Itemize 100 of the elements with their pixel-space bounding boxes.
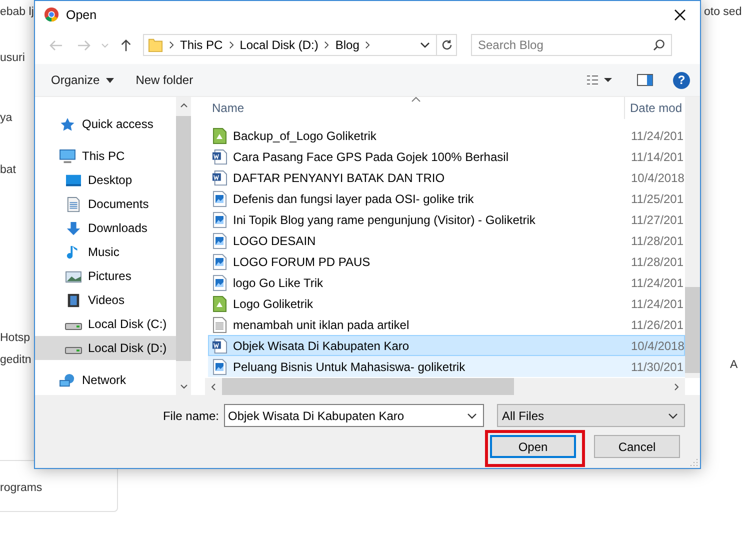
image-file-icon [212, 128, 227, 144]
file-row[interactable]: LOGO FORUM PD PAUS 11/28/201 [208, 251, 685, 272]
image-file-icon [212, 274, 227, 290]
navigation-item[interactable]: Desktop [35, 168, 176, 192]
navigation-item[interactable]: Downloads [35, 216, 176, 240]
date-cell-text: 11/24/201 [630, 276, 684, 290]
image-file-icon [212, 232, 227, 248]
organize-button[interactable]: Organize [47, 71, 118, 89]
file-name: Defenis dan fungsi layer pada OSI- golike trik [233, 192, 474, 206]
background-text: geditn [0, 354, 32, 366]
background-text: ebab lj [0, 6, 34, 18]
chevron-down-icon[interactable] [668, 412, 678, 418]
scroll-down-icon[interactable] [180, 384, 188, 389]
image-file-icon [212, 190, 227, 206]
open-button[interactable]: Open [490, 435, 576, 458]
breadcrumb-item[interactable]: Blog [335, 38, 360, 52]
document-icon [212, 170, 227, 186]
navigation-item[interactable]: Local Disk (D:) [35, 336, 176, 360]
file-row[interactable]: Backup_of_Logo Goliketrik 11/24/201 [208, 125, 685, 146]
image-file-icon [212, 254, 227, 270]
scroll-left-icon[interactable] [211, 382, 216, 390]
file-name: LOGO DESAIN [233, 234, 316, 248]
navigation-item[interactable]: Music [35, 240, 176, 264]
date-cell-text: 11/30/201 [630, 360, 684, 374]
folder-icon [148, 37, 163, 53]
file-name: logo Go Like Trik [233, 276, 324, 290]
preview-pane-icon[interactable] [637, 74, 653, 86]
file-row[interactable]: Objek Wisata Di Kabupaten Karo 10/4/2018 [208, 335, 685, 356]
search-icon[interactable] [653, 39, 665, 51]
file-row[interactable]: Ini Topik Blog yang rame pengunjung (Visitor) - Goliketrik 11/27/201 [208, 209, 685, 230]
column-header[interactable]: Name [205, 97, 624, 119]
network-icon [59, 372, 76, 388]
file-name-label: File name: [162, 408, 219, 422]
scroll-up-icon[interactable] [180, 103, 188, 108]
refresh-icon [440, 39, 452, 51]
view-list-icon [587, 75, 613, 85]
background-text: oto sed [704, 6, 742, 18]
new-folder-button[interactable]: New folder [132, 71, 198, 89]
browser-logo-icon [44, 7, 59, 22]
file-row[interactable]: menambah unit iklan pada artikel 11/26/201 [208, 314, 685, 335]
scroll-right-icon[interactable] [674, 382, 679, 390]
image-file-icon [212, 296, 227, 312]
navigation-item[interactable]: Quick access [35, 112, 176, 136]
navigation-item[interactable]: Documents [35, 192, 176, 216]
up-arrow-icon[interactable] [119, 38, 133, 52]
file-row[interactable]: Logo Goliketrik 11/24/201 [208, 293, 685, 314]
date-cell-text: 11/28/201 [630, 254, 684, 268]
date-cell-text: 11/14/201 [630, 150, 684, 164]
file-name-field[interactable]: Objek Wisata Di Kabupaten Karo [224, 404, 484, 427]
file-type-dropdown[interactable]: All Files [497, 404, 685, 427]
file-row[interactable]: Defenis dan fungsi layer pada OSI- golike trik 11/25/201 [208, 188, 685, 209]
background-text: bat [0, 164, 16, 176]
file-name: Objek Wisata Di Kabupaten Karo [233, 338, 410, 352]
file-row[interactable]: Cara Pasang Face GPS Pada Gojek 100% Berhasil 11/14/201 [208, 146, 685, 167]
breadcrumb-item[interactable]: This PC [180, 38, 223, 52]
chevron-right-icon [324, 41, 330, 49]
window-title: Open [66, 8, 97, 22]
file-row[interactable]: LOGO DESAIN 11/28/201 [208, 230, 685, 251]
navigation-item[interactable]: Videos [35, 288, 176, 312]
caret-icon [106, 78, 114, 82]
text-file-icon [212, 316, 227, 332]
background-text: ya [0, 112, 12, 124]
help-button[interactable]: ? [673, 72, 690, 88]
file-name: menambah unit iklan pada artikel [233, 318, 410, 332]
file-name: Ini Topik Blog yang rame pengunjung (Visitor) - Goliketrik [233, 212, 536, 226]
scrollbar[interactable] [176, 97, 191, 395]
date-cell-text: 10/4/2018 [630, 170, 684, 184]
image-file-icon [212, 358, 227, 374]
horizontal-scrollbar[interactable] [205, 378, 685, 395]
file-name: DAFTAR PENYANYI BATAK DAN TRIO [233, 170, 445, 184]
navigation-item[interactable]: Network [35, 368, 176, 392]
date-cell-text: 11/24/201 [630, 296, 684, 310]
chevron-right-icon [169, 41, 174, 49]
resize-grip-icon[interactable] [690, 458, 698, 466]
date-cell-text: 11/28/201 [630, 234, 684, 248]
address-bar[interactable]: This PC Local Disk (D:) Blog [143, 34, 457, 56]
chevron-down-icon[interactable] [467, 413, 477, 419]
cancel-button[interactable]: Cancel [594, 435, 680, 458]
file-row[interactable]: DAFTAR PENYANYI BATAK DAN TRIO 10/4/2018 [208, 167, 685, 188]
scrollbar[interactable] [685, 97, 700, 378]
videos-icon [65, 292, 82, 308]
close-icon [674, 8, 686, 20]
navigation-item[interactable]: This PC [35, 144, 176, 168]
chevron-down-icon[interactable] [420, 42, 430, 48]
navigation-item[interactable]: Local Disk (C:) [35, 312, 176, 336]
documents-icon [65, 196, 82, 212]
file-name: Backup_of_Logo Goliketrik [233, 128, 376, 142]
drive-icon [65, 322, 82, 330]
file-name: Logo Goliketrik [233, 296, 314, 310]
file-row[interactable]: Peluang Bisnis Untuk Mahasiswa- goliketrik 11/30/201 [208, 356, 685, 377]
background-text: Hotsp [0, 332, 30, 344]
background-text: rograms [0, 482, 42, 494]
chevron-right-icon [365, 41, 370, 49]
search-field[interactable]: Search Blog [471, 34, 672, 56]
chevron-right-icon [228, 41, 234, 49]
file-row[interactable]: logo Go Like Trik 11/24/201 [208, 272, 685, 293]
breadcrumb-item[interactable]: Local Disk (D:) [240, 38, 318, 52]
downloads-icon [65, 220, 82, 236]
navigation-item[interactable]: Pictures [35, 264, 176, 288]
document-icon [212, 338, 227, 354]
